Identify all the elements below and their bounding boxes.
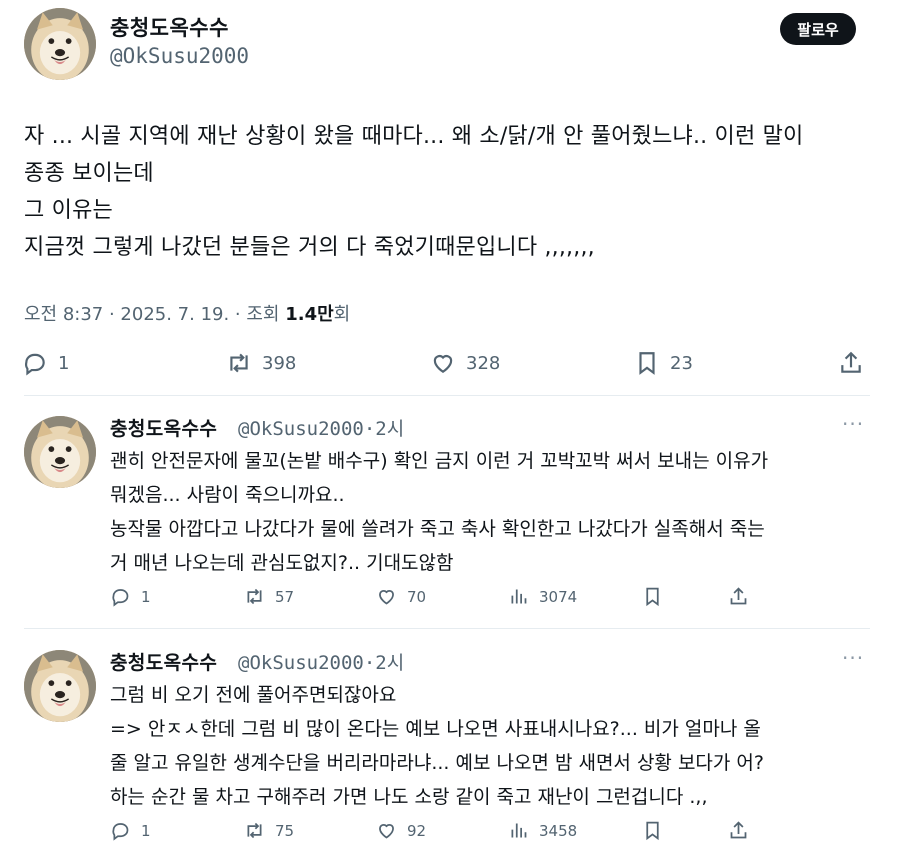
follow-button[interactable]: 팔로우: [780, 13, 856, 45]
like-count: 70: [407, 587, 427, 606]
reply-handle-time[interactable]: @OkSusu2000·2시: [238, 648, 404, 675]
reply-handle-time[interactable]: @OkSusu2000·2시: [238, 414, 404, 441]
view-count-suffix: 회: [333, 304, 351, 325]
share-icon: [730, 587, 747, 605]
bookmark-icon: [646, 587, 659, 607]
reply-text: 괜히 안전문자에 물꼬(논밭 배수구) 확인 금지 이런 거 꼬박꼬박 써서 보…: [110, 450, 769, 574]
view-count: 3458: [539, 821, 578, 840]
author-avatar[interactable]: [24, 8, 96, 80]
divider: [24, 628, 870, 629]
share-button[interactable]: [728, 586, 749, 607]
bookmark-icon: [646, 821, 659, 841]
reply-text: 그럼 비 오기 전에 풀어주면되잖아요 => 안ㅈㅅ한데 그럼 비 많이 온다는…: [110, 684, 764, 808]
retweet-icon: [230, 353, 248, 373]
analytics-icon: [511, 823, 527, 838]
tweet-text: 자 ... 시골 지역에 재난 상황이 왔을 때마다... 왜 소/닭/개 안 …: [24, 124, 804, 260]
heart-icon: [433, 355, 453, 373]
heart-icon: [379, 824, 394, 839]
analytics-icon: [511, 589, 527, 604]
retweet-button[interactable]: 57: [244, 586, 294, 607]
reply-display-name[interactable]: 충청도옥수수: [110, 414, 217, 441]
more-options-icon[interactable]: ···: [842, 646, 864, 670]
like-button[interactable]: 70: [376, 586, 426, 607]
like-count: 328: [466, 352, 501, 374]
reply-display-name[interactable]: 충청도옥수수: [110, 648, 217, 675]
bookmark-button[interactable]: [642, 820, 663, 841]
share-button[interactable]: [838, 350, 864, 376]
reply-icon: [112, 823, 129, 841]
bookmark-icon: [639, 352, 655, 375]
retweet-count: 57: [275, 587, 295, 606]
reply-count: 1: [58, 352, 70, 374]
reply-avatar[interactable]: [24, 416, 96, 488]
reply-avatar[interactable]: [24, 650, 96, 722]
author-display-name[interactable]: 충청도옥수수: [110, 12, 229, 42]
reply-count: 1: [141, 821, 151, 840]
like-button[interactable]: 328: [430, 350, 500, 376]
reply-count: 1: [141, 587, 151, 606]
bookmark-button[interactable]: [642, 586, 663, 607]
retweet-icon: [247, 822, 262, 839]
heart-icon: [379, 590, 394, 605]
retweet-icon: [247, 588, 262, 605]
bookmark-button[interactable]: 23: [634, 350, 693, 376]
reply-button[interactable]: 1: [110, 820, 151, 841]
share-button[interactable]: [728, 820, 749, 841]
share-icon: [730, 821, 747, 839]
like-count: 92: [407, 821, 427, 840]
reply-button[interactable]: 1: [110, 586, 151, 607]
bookmark-count: 23: [670, 352, 693, 374]
more-options-icon[interactable]: ···: [842, 412, 864, 436]
retweet-button[interactable]: 398: [226, 350, 296, 376]
share-icon: [841, 351, 861, 373]
retweet-button[interactable]: 75: [244, 820, 294, 841]
views-button[interactable]: 3074: [508, 586, 577, 607]
tweet-meta: 오전 8:37 · 2025. 7. 19. · 조회 1.4만회: [24, 300, 350, 326]
retweet-count: 398: [262, 352, 297, 374]
retweet-count: 75: [275, 821, 295, 840]
views-button[interactable]: 3458: [508, 820, 577, 841]
view-count: 1.4만: [285, 304, 334, 325]
divider: [24, 395, 870, 396]
reply-icon: [112, 589, 129, 607]
tweet-timestamp[interactable]: 오전 8:37 · 2025. 7. 19. · 조회: [24, 304, 285, 325]
reply-button[interactable]: 1: [22, 350, 69, 376]
view-count: 3074: [539, 587, 578, 606]
author-handle[interactable]: @OkSusu2000: [110, 44, 249, 68]
like-button[interactable]: 92: [376, 820, 426, 841]
reply-icon: [24, 353, 45, 376]
